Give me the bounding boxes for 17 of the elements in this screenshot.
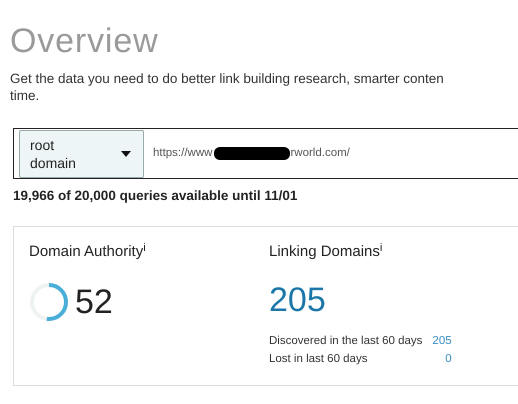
stat-label: Lost in last 60 days [269,352,368,367]
url-text: rworld.com/ [290,146,350,161]
metric-label: Linking Domains$^{i}$ [269,241,382,262]
stat-value: 0 [444,352,452,367]
page-title: Overview [10,22,160,60]
description-text: Get the data you need to do better link building research, smarter conten [10,70,444,87]
gauge-ring [29,282,69,322]
scope-select[interactable]: root domain [19,130,144,178]
metric-value: 205 [269,280,326,320]
caret-icon [121,150,131,156]
stat-label: Discovered in the last 60 days [269,334,422,349]
metric-value: 52 [75,282,113,322]
quota-text: 19,966 of 20,000 queries available until 11/01 [13,187,298,205]
description-text: time. [10,87,40,104]
stat-value: 205 [432,334,452,349]
metric-label: Domain Authority$^{i}$ [29,241,146,262]
url-text: https://www [153,146,212,161]
